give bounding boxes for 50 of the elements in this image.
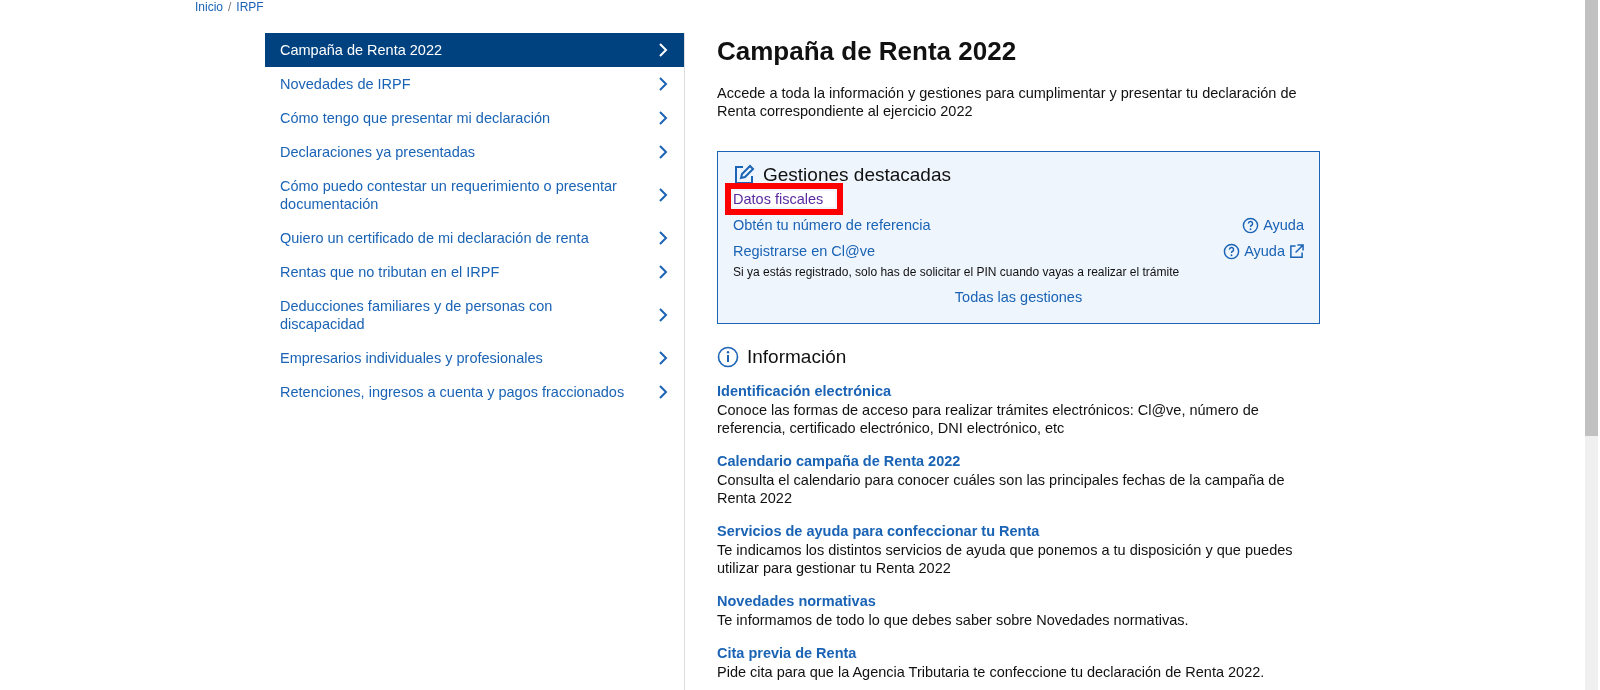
chevron-right-icon [658,230,668,246]
external-link-icon [1289,243,1304,259]
help-link[interactable]: Ayuda [1223,242,1304,260]
page-title: Campaña de Renta 2022 [717,36,1018,67]
question-icon [1242,216,1260,234]
chevron-right-icon [658,144,668,160]
help-link[interactable]: Ayuda [1242,216,1304,234]
sidebar-item[interactable]: Rentas que no tributan en el IRPF [265,255,684,289]
edit-icon [733,164,755,186]
note-text: Si ya estás registrado, solo has de solicitar el PIN cuando vayas a realizar el trámite [733,265,1181,279]
chevron-right-icon [658,384,668,400]
sidebar-item[interactable]: Retenciones, ingresos a cuenta y pagos fraccionados [265,375,684,409]
info-description: Pide cita para que la Agencia Tributaria te confeccione tu declaración de Renta 2022. [717,663,1266,681]
featured-link[interactable]: Registrarse en Cl@ve [733,243,876,259]
sidebar-item[interactable]: Quiero un certificado de mi declaración de renta [265,221,684,255]
info-link[interactable]: Servicios de ayuda para confeccionar tu Renta [717,523,1040,539]
breadcrumb-separator: / [228,0,232,14]
sidebar-item[interactable]: Declaraciones ya presentadas [265,135,684,169]
info-description: Te informamos de todo lo que debes saber sobre Novedades normativas. [717,611,1190,629]
sidebar-item[interactable]: Cómo tengo que presentar mi declaración [265,101,684,135]
chevron-right-icon [658,350,668,366]
scrollbar[interactable] [1585,0,1598,690]
chevron-right-icon [658,42,668,58]
info-link[interactable]: Identificación electrónica [717,383,892,399]
chevron-right-icon [658,264,668,280]
featured-link[interactable]: Obtén tu número de referencia [733,217,931,233]
info-description: Conoce las formas de acceso para realizar trámites electrónicos: Cl@ve, número de referencia, certificado electrónico, DNI electrónico, etc [717,401,1260,437]
chevron-right-icon [658,187,668,203]
chevron-right-icon [658,307,668,323]
section-title: Gestiones destacadas [763,164,951,186]
breadcrumb-link[interactable]: IRPF [236,0,264,14]
info-link[interactable]: Calendario campaña de Renta 2022 [717,453,961,469]
sidebar-item[interactable]: Empresarios individuales y profesionales [265,341,684,375]
info-description: Te indicamos los distintos servicios de ayuda que ponemos a tu disposición y que puedes utilizar para gestionar tu Renta 2022 [717,541,1294,577]
all-procedures-link[interactable]: Todas las gestiones [954,289,1083,305]
sidebar-item[interactable]: Novedades de IRPF [265,67,684,101]
intro-text: Accede a toda la información y gestiones para cumplimentar y presentar tu declaración de Renta correspondiente al ejercicio 2022 [717,84,1298,120]
chevron-right-icon [658,110,668,126]
info-icon [717,346,739,368]
breadcrumb-link[interactable]: Inicio [195,0,223,14]
scrollbar-thumb[interactable] [1585,0,1598,436]
section-title: Información [747,346,847,368]
info-link[interactable]: Cita previa de Renta [717,645,857,661]
sidebar-item[interactable]: Cómo puedo contestar un requerimiento o presentar documentación [265,169,684,221]
sidebar-item[interactable]: Campaña de Renta 2022 [265,33,684,67]
info-link[interactable]: Novedades normativas [717,593,876,609]
chevron-right-icon [658,76,668,92]
sidebar-item[interactable]: Deducciones familiares y de personas con discapacidad [265,289,684,341]
info-description: Consulta el calendario para conocer cuáles son las principales fechas de la campaña de Renta 2022 [717,471,1286,507]
question-icon [1223,242,1241,260]
